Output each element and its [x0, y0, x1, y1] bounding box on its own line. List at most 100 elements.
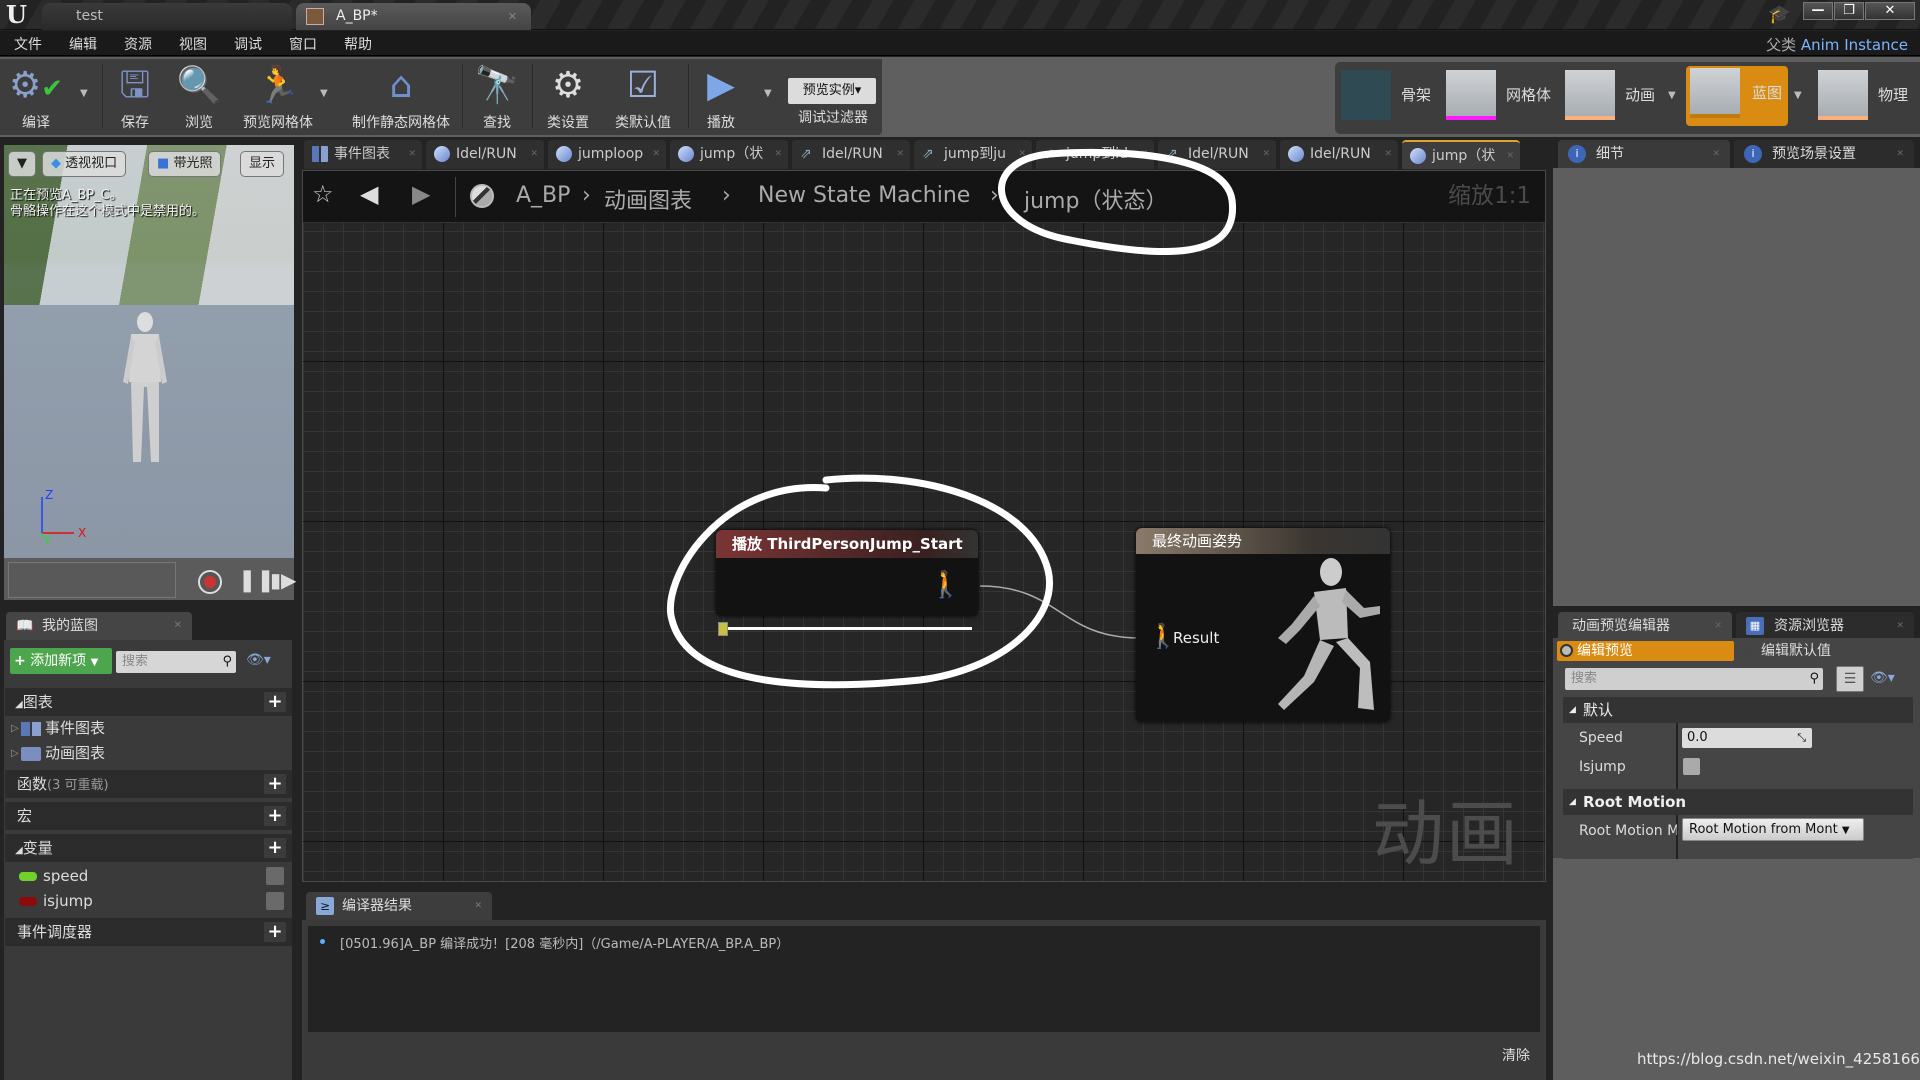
menu-debug[interactable]: 调试: [234, 34, 262, 54]
compiler-log-line[interactable]: [0501.96]A_BP 编译成功！[208 毫秒内]（/Game/A-PLA…: [340, 933, 789, 952]
graph-tab[interactable]: ⇗ Idel/RUN ✕: [792, 140, 910, 169]
isjump-checkbox[interactable]: [1683, 758, 1700, 775]
preview-mesh-dropdown-icon[interactable]: ▼: [320, 88, 328, 99]
my-blueprint-tab[interactable]: 📖 我的蓝图 ✕: [6, 612, 192, 640]
close-tab-icon[interactable]: ✕: [774, 140, 782, 169]
variable-speed[interactable]: speed: [5, 864, 292, 889]
menu-help[interactable]: 帮助: [344, 34, 372, 54]
compile-button[interactable]: ⚙✔ 编译: [6, 62, 66, 134]
show-button[interactable]: 显示: [240, 151, 285, 177]
close-tab-icon[interactable]: ✕: [1896, 612, 1904, 640]
close-tab-icon[interactable]: ✕: [1896, 140, 1904, 168]
anim-preview-search-input[interactable]: 搜索 ⚲: [1565, 668, 1823, 690]
class-settings-button[interactable]: ⚙ 类设置: [538, 62, 598, 134]
timeline-box[interactable]: [8, 562, 176, 598]
close-tab-icon[interactable]: ✕: [1712, 140, 1720, 168]
close-tab-icon[interactable]: ✕: [1714, 612, 1722, 640]
list-item-anim-graph[interactable]: ▷ 动画图表: [5, 741, 292, 766]
root-motion-mode-dropdown[interactable]: Root Motion from Mont ▼: [1682, 818, 1864, 841]
graph-tab-active[interactable]: jump（状 ✕: [1402, 140, 1520, 169]
mode-blueprint[interactable]: 蓝图: [1686, 66, 1788, 126]
play-animation-node[interactable]: 播放 ThirdPersonJump_Start 🚶: [716, 530, 978, 616]
visibility-toggle[interactable]: [266, 867, 284, 885]
perspective-button[interactable]: ◆ 透视视口: [42, 151, 127, 177]
viewport-options-button[interactable]: ▼: [8, 151, 36, 177]
close-tab-icon[interactable]: ✕: [652, 140, 660, 169]
section-variables[interactable]: ◢变量 +: [5, 834, 292, 862]
play-progress-handle[interactable]: [718, 622, 728, 636]
graph-tab[interactable]: ⇗ jump到ju ✕: [914, 140, 1032, 169]
preview-mesh-button[interactable]: 🏃 预览网格体: [238, 62, 318, 134]
category-header[interactable]: ◢ 默认: [1563, 697, 1913, 723]
edit-defaults-radio[interactable]: 编辑默认值: [1745, 641, 1831, 661]
close-tab-icon[interactable]: ✕: [1384, 140, 1392, 169]
details-tab[interactable]: i 细节 ✕: [1558, 140, 1730, 168]
graph-tab[interactable]: ⇗ jump到id ✕: [1036, 140, 1154, 169]
blueprint-mode-dropdown-icon[interactable]: ▼: [1794, 90, 1802, 101]
menu-asset[interactable]: 资源: [124, 34, 152, 54]
mode-mesh[interactable]: 网格体: [1446, 68, 1566, 126]
close-tab-icon[interactable]: ✕: [1506, 142, 1514, 169]
add-graph-button[interactable]: +: [264, 692, 286, 712]
find-button[interactable]: 🔭 查找: [470, 62, 524, 134]
speed-value-input[interactable]: 0.0 ⤡: [1682, 728, 1812, 748]
window-tab-a-bp[interactable]: A_BP* ✕: [296, 3, 531, 30]
save-button[interactable]: 🖫 保存: [108, 62, 162, 134]
play-progress-bar[interactable]: [718, 622, 976, 636]
breadcrumb-item[interactable]: A_BP: [516, 183, 570, 208]
learn-cap-icon[interactable]: 🎓: [1768, 4, 1790, 25]
browse-button[interactable]: 🔍 浏览: [172, 62, 226, 134]
blueprint-search-input[interactable]: 搜索 ⚲: [116, 651, 236, 673]
menu-window[interactable]: 窗口: [289, 34, 317, 54]
graph-tab[interactable]: 事件图表 ✕: [304, 140, 422, 169]
close-tab-icon[interactable]: ✕: [896, 140, 904, 169]
lit-button[interactable]: ■ 带光照: [148, 151, 222, 177]
list-item-event-graph[interactable]: ▷ 事件图表: [5, 716, 292, 741]
breadcrumb-item[interactable]: New State Machine: [758, 183, 970, 208]
step-forward-button[interactable]: ▮▶: [270, 568, 296, 592]
add-variable-button[interactable]: +: [264, 838, 286, 858]
section-functions[interactable]: 函数(3 可重载) +: [5, 770, 292, 798]
parent-class-link[interactable]: Anim Instance: [1801, 36, 1908, 54]
view-options-eye-icon[interactable]: 👁▾: [246, 652, 271, 668]
section-event-dispatchers[interactable]: 事件调度器 +: [5, 918, 292, 946]
minimize-button[interactable]: —: [1803, 2, 1833, 20]
close-tab-icon[interactable]: ✕: [408, 140, 416, 169]
play-button[interactable]: ▶ 播放: [694, 62, 748, 134]
close-tab-icon[interactable]: ✕: [508, 3, 517, 30]
play-dropdown-icon[interactable]: ▼: [764, 88, 772, 99]
property-matrix-button[interactable]: ☰: [1836, 666, 1864, 692]
mode-physics[interactable]: 物理: [1818, 68, 1918, 126]
breadcrumb-item[interactable]: 动画图表: [604, 183, 692, 215]
record-button[interactable]: [198, 570, 222, 594]
compile-dropdown-icon[interactable]: ▼: [80, 88, 88, 99]
compiler-results-tab[interactable]: ≥ 编译器结果 ✕: [306, 892, 492, 920]
graph-tab[interactable]: jumploop ✕: [548, 140, 666, 169]
pose-output-pin-icon[interactable]: 🚶: [930, 570, 962, 600]
close-tab-icon[interactable]: ✕: [1018, 140, 1026, 169]
close-button[interactable]: ✕: [1865, 2, 1915, 20]
preview-scene-settings-tab[interactable]: i 预览场景设置 ✕: [1734, 140, 1914, 168]
close-tab-icon[interactable]: ✕: [1262, 140, 1270, 169]
clear-button[interactable]: 清除: [1502, 1045, 1530, 1065]
graph-canvas[interactable]: [302, 170, 1546, 882]
menu-edit[interactable]: 编辑: [69, 34, 97, 54]
mode-animation[interactable]: 动画: [1565, 68, 1675, 126]
add-function-button[interactable]: +: [264, 774, 286, 794]
anim-preview-editor-tab[interactable]: 动画预览编辑器 ✕: [1558, 612, 1732, 640]
variable-isjump[interactable]: isjump: [5, 889, 292, 914]
back-arrow-icon[interactable]: ◀: [360, 180, 378, 208]
graph-tab[interactable]: ⇗ Idel/RUN ✕: [1158, 140, 1276, 169]
favorite-star-icon[interactable]: ☆: [312, 180, 334, 208]
animation-mode-dropdown-icon[interactable]: ▼: [1668, 90, 1676, 101]
make-static-mesh-button[interactable]: ⌂ 制作静态网格体: [346, 62, 456, 134]
graph-tab[interactable]: Idel/RUN ✕: [426, 140, 544, 169]
add-macro-button[interactable]: +: [264, 806, 286, 826]
menu-file[interactable]: 文件: [14, 34, 42, 54]
close-tab-icon[interactable]: ✕: [1140, 140, 1148, 169]
maximize-button[interactable]: ❐: [1834, 2, 1864, 20]
graph-tab[interactable]: jump（状 ✕: [670, 140, 788, 169]
mode-skeleton[interactable]: 骨架: [1341, 68, 1453, 126]
category-header[interactable]: ◢ Root Motion: [1563, 789, 1913, 815]
forward-arrow-icon[interactable]: ▶: [412, 180, 430, 208]
